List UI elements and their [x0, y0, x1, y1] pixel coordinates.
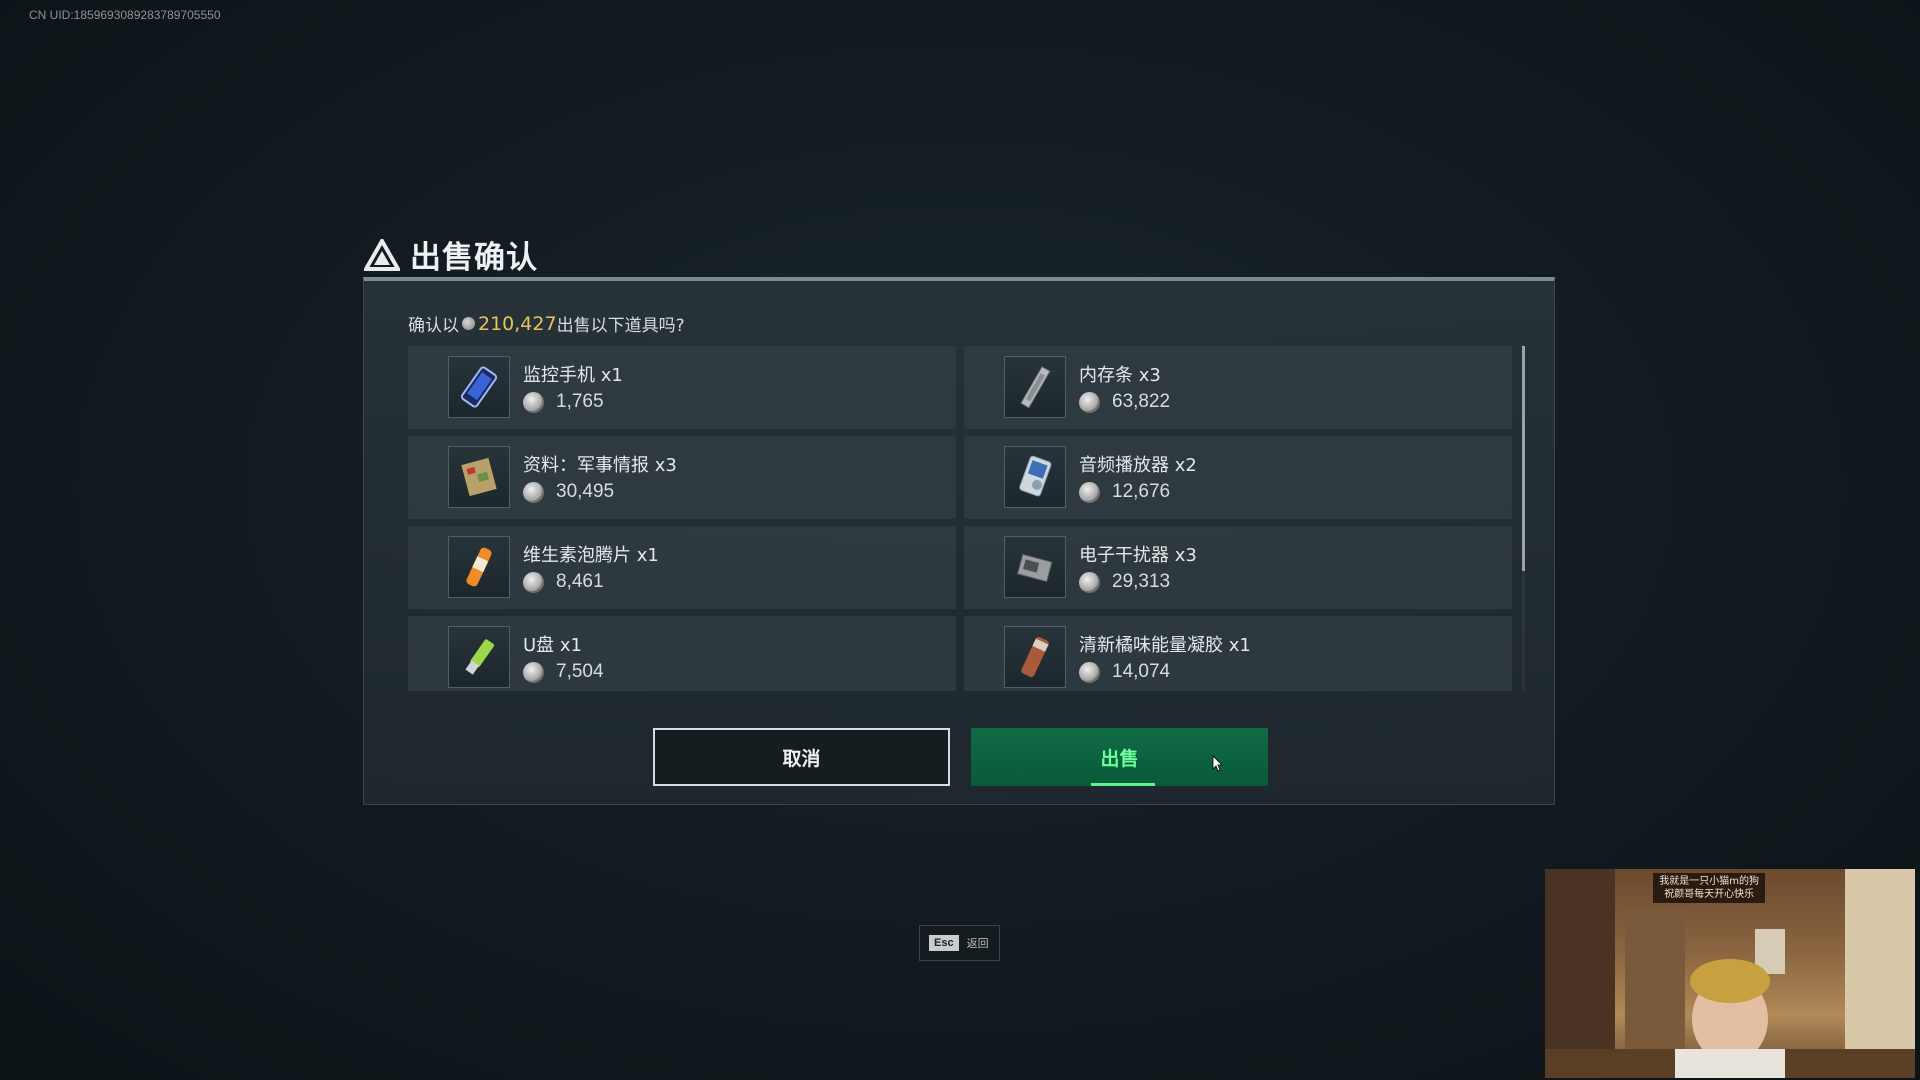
cancel-button[interactable]: 取消 [653, 728, 950, 786]
sell-confirm-dialog: 确认以 210,427 出售以下道具吗? 监控手机 x1 1,765 内存条 x… [363, 277, 1555, 805]
coin-icon [462, 317, 475, 330]
item-name: 维生素泡腾片 x1 [523, 545, 659, 566]
coin-icon [523, 661, 544, 683]
caption-line-1: 我就是一只小猫m的狗 [1659, 876, 1759, 887]
item-price: 63,822 [1079, 391, 1170, 413]
dialog-header: 出售确认 [364, 232, 538, 277]
coin-icon [523, 481, 544, 503]
webcam-overlay: 我就是一只小猫m的狗 祝颜哥每天开心快乐 [1545, 869, 1915, 1078]
list-item[interactable]: U盘 x1 7,504 [408, 616, 956, 691]
item-price: 30,495 [523, 481, 614, 503]
item-price: 29,313 [1079, 571, 1170, 593]
coin-icon [1079, 571, 1100, 593]
price-value: 14,074 [1112, 661, 1171, 682]
item-name: 监控手机 x1 [523, 365, 623, 386]
price-value: 29,313 [1112, 571, 1171, 592]
prompt-suffix: 出售以下道具吗? [556, 316, 685, 336]
item-list-scrollbar[interactable] [1522, 346, 1525, 691]
uid-label: CN UID:1859693089283789705550 [29, 8, 221, 22]
price-value: 63,822 [1112, 391, 1171, 412]
esc-label: 返回 [966, 937, 989, 950]
coin-icon [1079, 391, 1100, 413]
item-price: 1,765 [523, 391, 604, 413]
coin-icon [1079, 661, 1100, 683]
memory-stick-icon [1004, 356, 1066, 418]
document-icon [448, 446, 510, 508]
item-name: U盘 x1 [523, 635, 583, 656]
item-name: 清新橘味能量凝胶 x1 [1079, 635, 1251, 656]
item-price: 8,461 [523, 571, 604, 593]
list-item[interactable]: 维生素泡腾片 x1 8,461 [408, 526, 956, 609]
price-value: 8,461 [556, 571, 604, 592]
esc-key: Esc [929, 935, 959, 951]
energy-gel-icon [1004, 626, 1066, 688]
mouse-cursor-icon [1212, 755, 1223, 772]
jammer-icon [1004, 536, 1066, 598]
list-item[interactable]: 音频播放器 x2 12,676 [964, 436, 1512, 519]
coin-icon [1079, 481, 1100, 503]
price-value: 1,765 [556, 391, 604, 412]
esc-back-hint[interactable]: Esc 返回 [919, 925, 1000, 961]
list-item[interactable]: 电子干扰器 x3 29,313 [964, 526, 1512, 609]
item-name: 电子干扰器 x3 [1079, 545, 1197, 566]
cancel-button-label: 取消 [782, 747, 821, 770]
confirm-prompt: 确认以 210,427 出售以下道具吗? [408, 311, 685, 337]
item-price: 12,676 [1079, 481, 1170, 503]
phone-icon [448, 356, 510, 418]
caption-line-2: 祝颜哥每天开心快乐 [1664, 889, 1755, 900]
list-item[interactable]: 资料：军事情报 x3 30,495 [408, 436, 956, 519]
coin-icon [523, 391, 544, 413]
price-value: 7,504 [556, 661, 604, 682]
price-value: 30,495 [556, 481, 615, 502]
item-name: 资料：军事情报 x3 [523, 455, 677, 476]
list-item[interactable]: 内存条 x3 63,822 [964, 346, 1512, 429]
scroll-thumb[interactable] [1522, 346, 1525, 571]
price-value: 12,676 [1112, 481, 1171, 502]
list-item[interactable]: 监控手机 x1 1,765 [408, 346, 956, 429]
audio-player-icon [1004, 446, 1066, 508]
item-list[interactable]: 监控手机 x1 1,765 内存条 x3 63,822 资料：军事情报 x3 3… [408, 346, 1514, 691]
coin-icon [523, 571, 544, 593]
item-price: 7,504 [523, 661, 604, 683]
prompt-prefix: 确认以 [408, 316, 459, 336]
warning-triangle-icon [364, 238, 400, 271]
item-name: 音频播放器 x2 [1079, 455, 1197, 476]
sell-button-underline [1091, 783, 1155, 786]
sell-button-label: 出售 [1100, 747, 1139, 770]
total-price: 210,427 [478, 312, 557, 335]
item-price: 14,074 [1079, 661, 1170, 683]
list-item[interactable]: 清新橘味能量凝胶 x1 14,074 [964, 616, 1512, 691]
usb-drive-icon [448, 626, 510, 688]
vitamin-tube-icon [448, 536, 510, 598]
webcam-caption: 我就是一只小猫m的狗 祝颜哥每天开心快乐 [1653, 873, 1765, 903]
dialog-title: 出售确认 [410, 240, 538, 276]
item-name: 内存条 x3 [1079, 365, 1161, 386]
